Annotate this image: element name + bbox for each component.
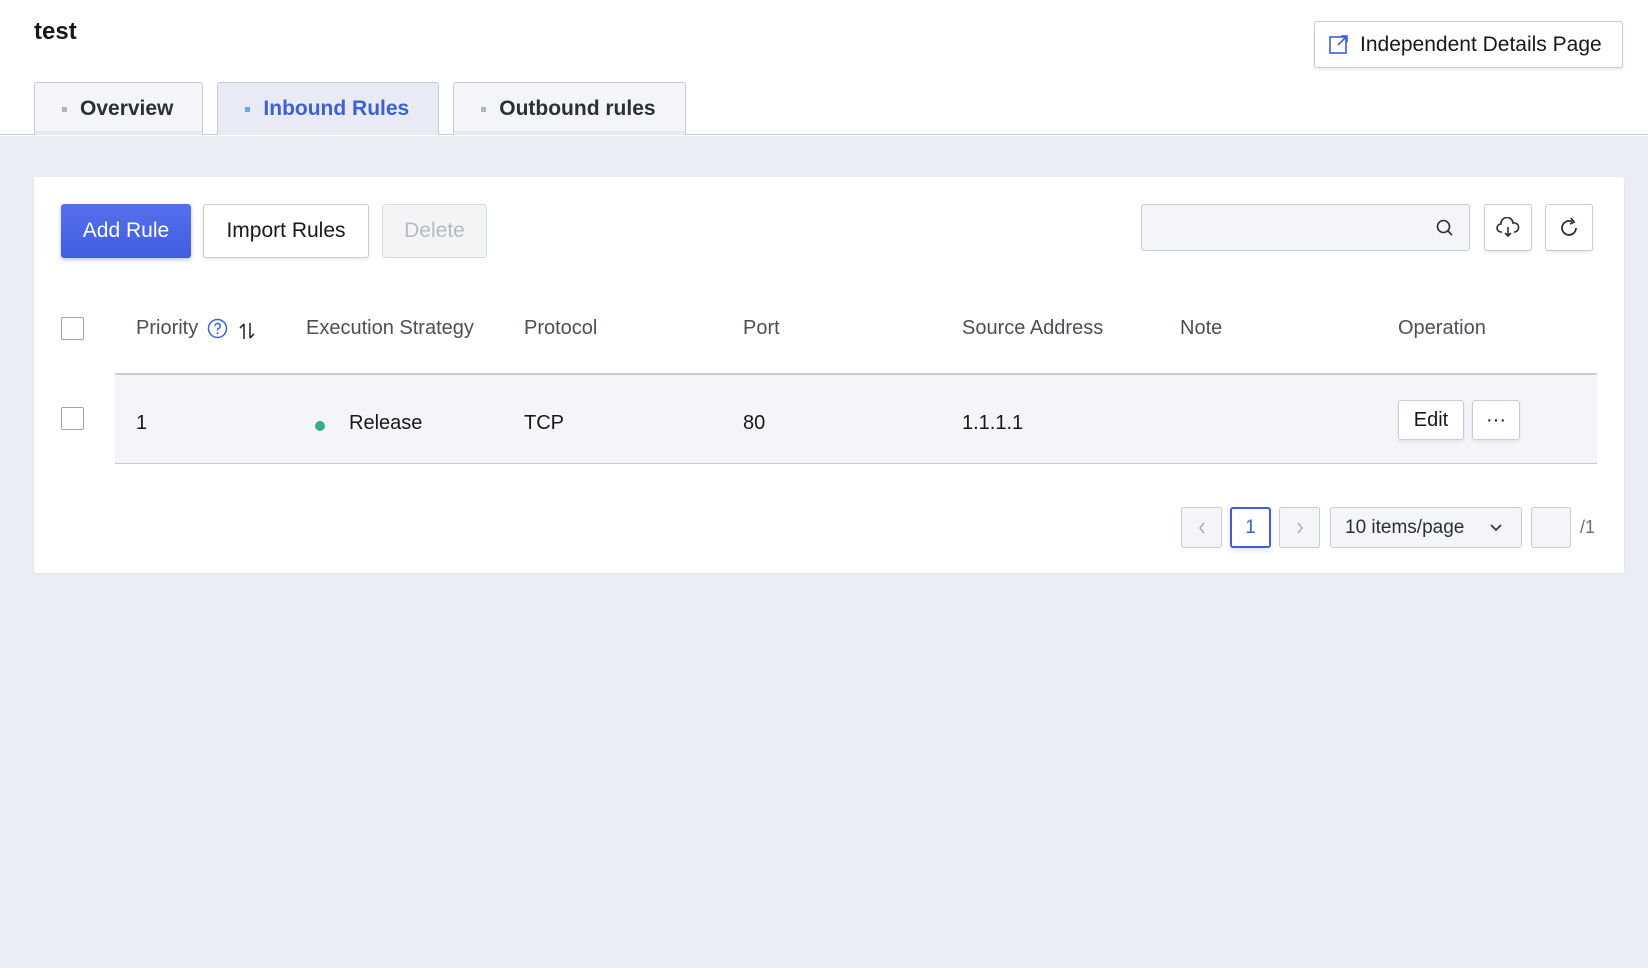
delete-button: Delete xyxy=(382,204,487,258)
column-execution-strategy: Execution Strategy xyxy=(306,317,474,339)
table-row xyxy=(115,375,1597,464)
tab-outbound-rules[interactable]: Outbound rules xyxy=(453,82,686,135)
rules-card: Add Rule Import Rules Delete Priority Ex… xyxy=(34,177,1624,573)
tab-label: Outbound rules xyxy=(499,97,656,120)
tab-overview[interactable]: Overview xyxy=(34,82,204,135)
search-icon[interactable] xyxy=(1435,218,1455,238)
column-priority: Priority xyxy=(136,317,199,339)
download-button[interactable] xyxy=(1484,204,1532,251)
search-box xyxy=(1141,204,1470,251)
next-page-button xyxy=(1279,507,1320,548)
row-checkbox[interactable] xyxy=(61,407,84,430)
tab-bar: Overview Inbound Rules Outbound rules xyxy=(34,82,700,135)
select-all-checkbox[interactable] xyxy=(61,317,84,340)
column-operation: Operation xyxy=(1398,317,1486,339)
tab-label: Overview xyxy=(80,97,174,120)
page-number-button[interactable]: 1 xyxy=(1230,507,1271,548)
add-rule-button[interactable]: Add Rule xyxy=(61,204,191,258)
tab-dot-icon xyxy=(245,106,251,112)
independent-details-page-button[interactable]: Independent Details Page xyxy=(1314,21,1623,68)
refresh-icon xyxy=(1561,216,1577,236)
search-input[interactable] xyxy=(1142,205,1422,250)
column-protocol: Protocol xyxy=(524,317,598,339)
cell-source-address: 1.1.1.1 xyxy=(962,412,1024,434)
chevron-right-icon xyxy=(1296,522,1303,533)
sort-icon[interactable] xyxy=(238,321,256,341)
prev-page-button xyxy=(1181,507,1222,548)
import-rules-button[interactable]: Import Rules xyxy=(203,204,369,258)
page-size-label: 10 items/page xyxy=(1345,516,1465,538)
refresh-button[interactable] xyxy=(1545,204,1593,251)
more-actions-button[interactable]: ··· xyxy=(1472,400,1520,440)
page-total: /1 xyxy=(1580,517,1596,537)
page-jump-input[interactable] xyxy=(1531,507,1571,548)
cell-protocol: TCP xyxy=(524,412,564,434)
column-note: Note xyxy=(1180,317,1223,339)
tab-inbound-rules[interactable]: Inbound Rules xyxy=(217,82,440,135)
independent-details-page-label: Independent Details Page xyxy=(1360,32,1602,56)
page-size-select[interactable]: 10 items/page xyxy=(1330,507,1522,548)
tab-dot-icon xyxy=(481,106,487,112)
cell-priority: 1 xyxy=(136,412,148,434)
edit-button[interactable]: Edit xyxy=(1398,400,1464,440)
cell-strategy: Release xyxy=(349,412,423,434)
page-title: test xyxy=(34,18,77,45)
tab-dot-icon xyxy=(62,106,67,112)
status-dot-icon xyxy=(315,421,325,431)
cloud-download-icon xyxy=(1496,216,1520,237)
cell-port: 80 xyxy=(743,412,766,434)
help-circle-icon[interactable] xyxy=(207,318,228,339)
page-header: test Independent Details Page Overview I… xyxy=(0,0,1648,135)
external-link-icon xyxy=(1329,34,1348,54)
tab-label: Inbound Rules xyxy=(263,97,410,120)
chevron-left-icon xyxy=(1198,522,1205,533)
chevron-down-icon xyxy=(1490,524,1502,532)
column-port: Port xyxy=(743,317,780,339)
column-source-address: Source Address xyxy=(962,317,1104,339)
